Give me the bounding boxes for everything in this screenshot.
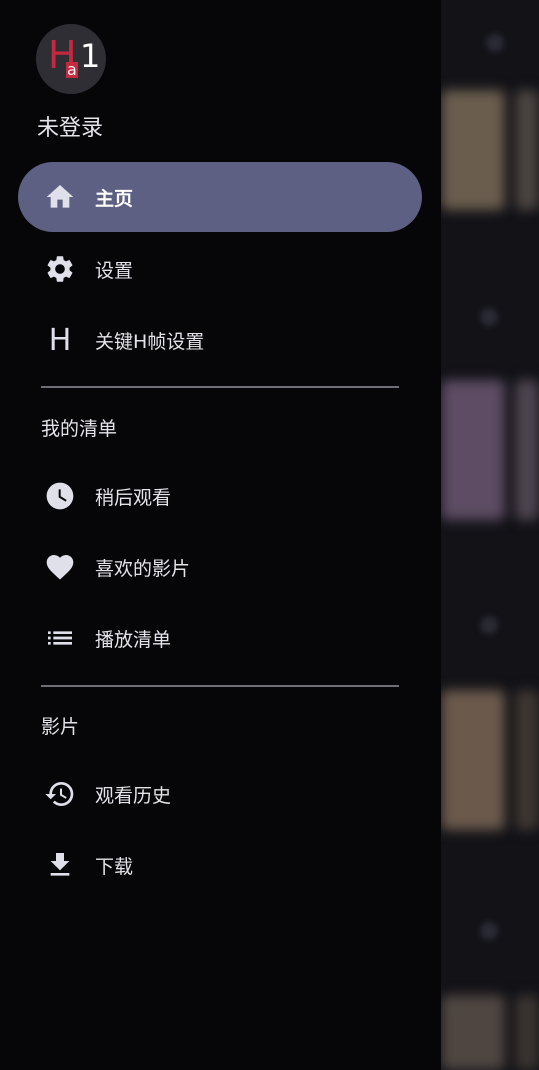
nav-item-label: 设置 bbox=[95, 259, 134, 282]
nav-item-settings[interactable]: 设置 bbox=[18, 234, 422, 304]
nav-item-keyframe-settings[interactable]: H 关键H帧设置 bbox=[18, 305, 422, 375]
nav-item-playlist[interactable]: 播放清单 bbox=[18, 603, 422, 673]
clock-icon bbox=[41, 477, 79, 515]
background-thumbnail bbox=[515, 995, 539, 1070]
home-icon bbox=[41, 178, 79, 216]
background-thumbnail bbox=[441, 995, 505, 1070]
background-thumbnail bbox=[441, 690, 505, 830]
nav-item-watch-later[interactable]: 稍后观看 bbox=[18, 461, 422, 531]
nav-item-label: 稍后观看 bbox=[95, 486, 172, 509]
nav-item-watch-history[interactable]: 观看历史 bbox=[18, 759, 422, 829]
h-letter-icon: H bbox=[41, 321, 79, 359]
divider bbox=[41, 685, 399, 687]
background-thumbnail bbox=[515, 690, 539, 830]
nav-item-downloads[interactable]: 下载 bbox=[18, 830, 422, 900]
history-icon bbox=[41, 775, 79, 813]
background-thumbnail bbox=[515, 380, 539, 520]
nav-item-label: 下载 bbox=[95, 855, 134, 878]
list-icon bbox=[41, 619, 79, 657]
background-menu-icon bbox=[480, 922, 498, 940]
section-title-my-list: 我的清单 bbox=[41, 418, 118, 440]
app-logo-avatar[interactable]: H a 1 bbox=[36, 24, 106, 94]
background-thumbnail bbox=[441, 90, 505, 210]
nav-item-liked-videos[interactable]: 喜欢的影片 bbox=[18, 532, 422, 602]
gear-icon bbox=[41, 250, 79, 288]
navigation-drawer: H a 1 未登录 主页 设置 H 关键H帧设置 我的清单 稍后观看 喜欢的影片… bbox=[0, 0, 441, 1070]
nav-item-label: 主页 bbox=[95, 187, 134, 210]
background-search-icon bbox=[486, 34, 504, 52]
login-status-label[interactable]: 未登录 bbox=[37, 110, 103, 142]
divider bbox=[41, 386, 399, 388]
background-thumbnail bbox=[515, 90, 539, 210]
logo-digit-one: 1 bbox=[80, 37, 101, 75]
background-menu-icon bbox=[480, 308, 498, 326]
download-icon bbox=[41, 846, 79, 884]
nav-item-home[interactable]: 主页 bbox=[18, 162, 422, 232]
nav-item-label: 喜欢的影片 bbox=[95, 557, 191, 580]
background-menu-icon bbox=[480, 616, 498, 634]
nav-item-label: 播放清单 bbox=[95, 628, 172, 651]
section-title-films: 影片 bbox=[41, 716, 80, 738]
heart-icon bbox=[41, 548, 79, 586]
nav-item-label: 关键H帧设置 bbox=[95, 330, 205, 353]
background-thumbnail bbox=[441, 380, 505, 520]
nav-item-label: 观看历史 bbox=[95, 784, 172, 807]
logo-letter-a: a bbox=[66, 60, 78, 79]
h-letter-glyph: H bbox=[48, 322, 72, 358]
